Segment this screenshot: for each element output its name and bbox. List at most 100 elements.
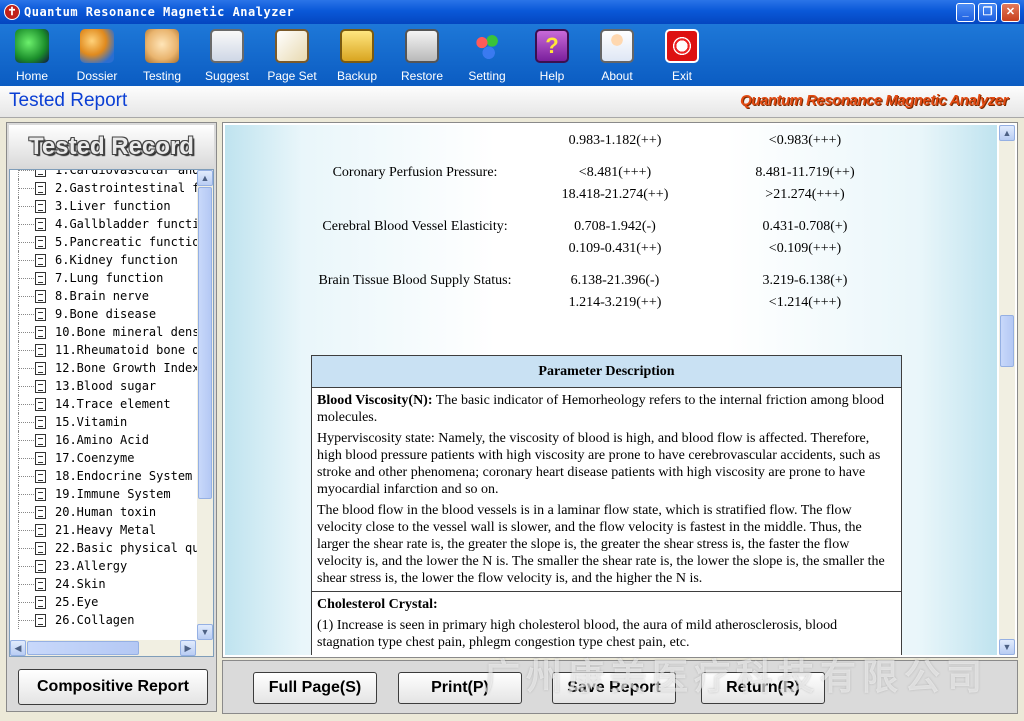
- clipboard-icon: [210, 29, 244, 63]
- tree-item[interactable]: 9.Bone disease: [10, 305, 200, 323]
- toolbar-home-button[interactable]: Home: [1, 26, 63, 84]
- document-icon: [35, 506, 46, 519]
- report-scroll-down-button[interactable]: ▼: [999, 639, 1015, 655]
- tree-item[interactable]: 17.Coenzyme: [10, 449, 200, 467]
- tree-item[interactable]: 8.Brain nerve: [10, 287, 200, 305]
- tree-scroll-up-button[interactable]: ▲: [197, 170, 213, 186]
- parameter-range-a: <8.481(+++): [578, 165, 652, 180]
- company-watermark: 广州康美医疗科技有限公司: [484, 657, 989, 698]
- gears-icon: [470, 29, 504, 63]
- parameter-range-a: 1.214-3.219(++): [568, 295, 662, 310]
- toolbar-dossier-button[interactable]: Dossier: [66, 26, 128, 84]
- cholesterol-crystal-cell: Cholesterol Crystal: (1) Increase is see…: [312, 592, 901, 655]
- toolbar: Home Dossier Testing Suggest Page Set Ba…: [0, 24, 1024, 86]
- toolbar-setting-button[interactable]: Setting: [456, 26, 518, 84]
- title-bar: ✝ Quantum Resonance Magnetic Analyzer _ …: [0, 0, 1024, 24]
- tree-scroll-right-button[interactable]: ▶: [180, 640, 196, 656]
- tree-scroll-thumb[interactable]: [198, 187, 212, 499]
- power-icon: [665, 29, 699, 63]
- parameter-range-a: 0.708-1.942(-): [574, 219, 656, 234]
- parameter-range-a: 6.138-21.396(-): [570, 273, 660, 288]
- blood-viscosity-hyper: Hyperviscosity state: Namely, the viscos…: [317, 431, 881, 497]
- parameter-range-b: 8.481-11.719(++): [755, 165, 855, 180]
- toolbar-page-set-button[interactable]: Page Set: [261, 26, 323, 84]
- tree-item[interactable]: 16.Amino Acid: [10, 431, 200, 449]
- tree-item[interactable]: 7.Lung function: [10, 269, 200, 287]
- app-icon[interactable]: ✝: [4, 4, 20, 20]
- tree-item[interactable]: 18.Endocrine System: [10, 467, 200, 485]
- tree-item[interactable]: 22.Basic physical qu: [10, 539, 200, 557]
- tree-item[interactable]: 10.Bone mineral dens: [10, 323, 200, 341]
- tree-item[interactable]: 15.Vitamin: [10, 413, 200, 431]
- tree-item[interactable]: 3.Liver function: [10, 197, 200, 215]
- window-title: Quantum Resonance Magnetic Analyzer: [24, 5, 295, 19]
- toolbar-testing-button[interactable]: Testing: [131, 26, 193, 84]
- document-icon: [35, 416, 46, 429]
- tree-item[interactable]: 26.Collagen: [10, 611, 200, 629]
- document-icon: [35, 470, 46, 483]
- users-icon: [80, 29, 114, 63]
- tree-item[interactable]: 23.Allergy: [10, 557, 200, 575]
- tree-item[interactable]: 24.Skin: [10, 575, 200, 593]
- tree-item[interactable]: 2.Gastrointestinal f: [10, 179, 200, 197]
- parameter-description-header: Parameter Description: [312, 356, 901, 388]
- document-icon: [35, 362, 46, 375]
- tree-item-label: 2.Gastrointestinal f: [55, 181, 200, 195]
- tree-item[interactable]: 19.Immune System: [10, 485, 200, 503]
- document-icon: [35, 170, 46, 177]
- tree-item-label: 23.Allergy: [55, 559, 128, 573]
- tree-horizontal-scrollbar[interactable]: ◀ ▶: [10, 640, 213, 656]
- document-icon: [35, 488, 46, 501]
- close-button[interactable]: ✕: [1001, 3, 1020, 22]
- document-icon: [35, 434, 46, 447]
- tree-item[interactable]: 20.Human toxin: [10, 503, 200, 521]
- compositive-report-button[interactable]: Compositive Report: [18, 669, 208, 705]
- report-vertical-scrollbar[interactable]: ▲ ▼: [999, 125, 1015, 655]
- tree-scroll-left-button[interactable]: ◀: [10, 640, 26, 656]
- toolbar-exit-button[interactable]: Exit: [651, 26, 713, 84]
- document-icon: [35, 200, 46, 213]
- tree-scroll-down-button[interactable]: ▼: [197, 624, 213, 640]
- tree-item-label: 24.Skin: [55, 577, 106, 591]
- page-title: Tested Report: [9, 90, 128, 111]
- tree-item[interactable]: 13.Blood sugar: [10, 377, 200, 395]
- tree-item[interactable]: 5.Pancreatic functio: [10, 233, 200, 251]
- tree-item-label: 3.Liver function: [55, 199, 171, 213]
- tree-vertical-scrollbar[interactable]: ▲ ▼: [197, 170, 213, 640]
- document-icon: [35, 380, 46, 393]
- report-scroll-up-button[interactable]: ▲: [999, 125, 1015, 141]
- blood-viscosity-title: Blood Viscosity(N):: [317, 393, 433, 408]
- tree-item-label: 7.Lung function: [55, 271, 164, 285]
- toolbar-backup-button[interactable]: Backup: [326, 26, 388, 84]
- parameter-range-a: 0.109-0.431(++): [568, 241, 662, 256]
- minimize-button[interactable]: _: [956, 3, 975, 22]
- document-icon: [35, 326, 46, 339]
- tree-item[interactable]: 4.Gallbladder functi: [10, 215, 200, 233]
- tested-record-tree[interactable]: 1.Cardiovascular and 2.Gastrointestinal f…: [9, 169, 214, 657]
- toolbar-suggest-button[interactable]: Suggest: [196, 26, 258, 84]
- document-icon: [35, 398, 46, 411]
- toolbar-help-button[interactable]: ? Help: [521, 26, 583, 84]
- tree-item-label: 12.Bone Growth Index: [55, 361, 200, 375]
- tree-item[interactable]: 14.Trace element: [10, 395, 200, 413]
- document-icon: [35, 542, 46, 555]
- tree-item[interactable]: 1.Cardiovascular and: [10, 170, 200, 179]
- tree-item[interactable]: 21.Heavy Metal: [10, 521, 200, 539]
- tree-item-label: 10.Bone mineral dens: [55, 325, 200, 339]
- document-icon: [35, 596, 46, 609]
- tree-item[interactable]: 12.Bone Growth Index: [10, 359, 200, 377]
- maximize-button[interactable]: ❐: [978, 3, 997, 22]
- tree-item[interactable]: 11.Rheumatoid bone d: [10, 341, 200, 359]
- restore-icon: [405, 29, 439, 63]
- toolbar-restore-button[interactable]: Restore: [391, 26, 453, 84]
- toolbar-about-button[interactable]: About: [586, 26, 648, 84]
- document-icon: [35, 560, 46, 573]
- tree-hscroll-thumb[interactable]: [27, 641, 139, 655]
- tree-item[interactable]: 6.Kidney function: [10, 251, 200, 269]
- tree-item-label: 5.Pancreatic functio: [55, 235, 200, 249]
- full-page-button[interactable]: Full Page(S): [253, 672, 377, 704]
- report-scroll-thumb[interactable]: [1000, 315, 1014, 367]
- about-icon: [600, 29, 634, 63]
- tree-item[interactable]: 25.Eye: [10, 593, 200, 611]
- document-icon: [35, 578, 46, 591]
